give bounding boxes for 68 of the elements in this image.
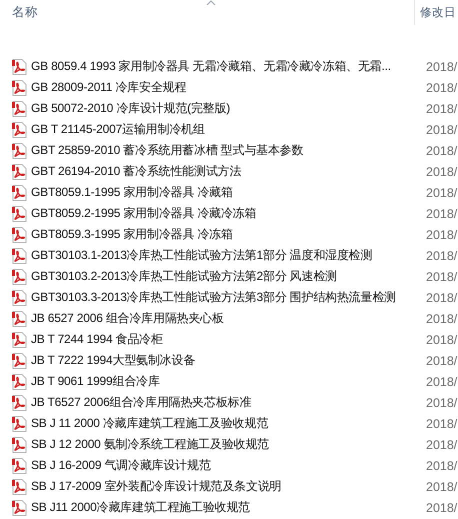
pdf-file-icon xyxy=(12,290,27,306)
modified-date: 2018/ xyxy=(425,206,458,220)
modified-date: 2018/ xyxy=(425,290,458,304)
file-name[interactable]: JB T 9061 1999组合冷库 xyxy=(31,373,160,390)
pdf-file-icon xyxy=(12,248,27,264)
file-name[interactable]: GB 8059.4 1993 家用制冷器具 无霜冷藏箱、无霜冷藏冷冻箱、无霜... xyxy=(31,58,391,75)
pdf-file-icon xyxy=(12,122,27,138)
modified-date: 2018/ xyxy=(425,332,458,346)
file-name[interactable]: GBT 25859-2010 蓄冷系统用蓄冰槽 型式与基本参数 xyxy=(31,142,304,159)
modified-date: 2018/ xyxy=(425,354,458,368)
modified-date: 2018/ xyxy=(425,396,458,410)
pdf-file-icon xyxy=(12,374,27,390)
pdf-file-icon xyxy=(12,58,27,74)
modified-date: 2018/ xyxy=(425,312,458,326)
file-name[interactable]: GBT8059.3-1995 家用制冷器具 冷冻箱 xyxy=(31,226,233,243)
file-name[interactable]: GB T 21145-2007运输用制冷机组 xyxy=(31,121,205,138)
column-header[interactable]: 修改日 xyxy=(420,5,456,20)
pdf-file-icon xyxy=(12,142,27,158)
file-name[interactable]: SB J11 2000冷藏库建筑工程施工验收规范 xyxy=(31,499,250,516)
modified-date: 2018/ xyxy=(425,80,458,94)
modified-date: 2018/ xyxy=(425,164,458,178)
file-name[interactable]: GBT30103.3-2013冷库热工性能试验方法第3部分 围护结构热流量检测 xyxy=(31,289,396,306)
pdf-file-icon xyxy=(12,458,27,474)
modified-date: 2018/ xyxy=(425,186,458,200)
pdf-file-icon xyxy=(12,394,27,410)
pdf-file-icon xyxy=(12,268,27,284)
file-name[interactable]: GBT30103.1-2013冷库热工性能试验方法第1部分 温度和湿度检测 xyxy=(31,247,372,264)
modified-date: 2018/ xyxy=(425,102,458,116)
modified-date: 2018/ xyxy=(425,122,458,136)
modified-date: 2018/ xyxy=(425,228,458,242)
modified-date: 2018/ xyxy=(425,500,458,514)
modified-date: 2018/ xyxy=(425,438,458,452)
pdf-file-icon xyxy=(12,80,27,96)
pdf-file-icon xyxy=(12,436,27,452)
pdf-file-icon xyxy=(12,332,27,348)
modified-date: 2018/ xyxy=(425,480,458,494)
pdf-file-icon xyxy=(12,164,27,180)
pdf-file-icon xyxy=(12,500,27,516)
file-name[interactable]: GBT8059.1-1995 家用制冷器具 冷藏箱 xyxy=(31,184,233,201)
modified-date: 2018/ xyxy=(425,374,458,388)
modified-date: 2018/ xyxy=(425,248,458,262)
modified-date: 2018/ xyxy=(425,416,458,430)
pdf-file-icon xyxy=(12,184,27,200)
modified-date: 2018/ xyxy=(425,458,458,472)
file-name[interactable]: SB J 17-2009 室外装配冷库设计规范及条文说明 xyxy=(31,478,282,495)
pdf-file-icon xyxy=(12,206,27,222)
modified-date: 2018/ xyxy=(425,144,458,158)
file-name[interactable]: JB T 7222 1994大型氨制冰设备 xyxy=(31,352,196,369)
file-name[interactable]: GB 28009-2011 冷库安全规程 xyxy=(31,79,186,96)
modified-date: 2018/ xyxy=(425,60,458,74)
file-name[interactable]: SB J 16-2009 气调冷藏库设计规范 xyxy=(31,457,211,474)
file-name[interactable]: GBT8059.2-1995 家用制冷器具 冷藏冷冻箱 xyxy=(31,205,256,222)
pdf-file-icon xyxy=(12,478,27,494)
file-name[interactable]: GB 50072-2010 冷库设计规范(完整版) xyxy=(31,100,230,117)
pdf-file-icon xyxy=(12,100,27,116)
file-name[interactable]: JB T6527 2006组合冷库用隔热夹芯板标准 xyxy=(31,394,252,411)
file-name[interactable]: SB J 12 2000 氨制冷系统工程施工及验收规范 xyxy=(31,436,269,453)
column-header[interactable]: 名称 xyxy=(12,4,38,21)
file-name[interactable]: GBT30103.2-2013冷库热工性能试验方法第2部分 风速检测 xyxy=(31,268,337,285)
pdf-file-icon xyxy=(12,416,27,432)
modified-date: 2018/ xyxy=(425,270,458,284)
pdf-file-icon xyxy=(12,352,27,368)
file-name[interactable]: GBT 26194-2010 蓄冷系统性能测试方法 xyxy=(31,163,242,180)
file-name[interactable]: JB T 7244 1994 食品冷柜 xyxy=(31,331,163,348)
file-name[interactable]: JB 6527 2006 组合冷库用隔热夹心板 xyxy=(31,310,224,327)
pdf-file-icon xyxy=(12,310,27,326)
pdf-file-icon xyxy=(12,226,27,242)
file-name[interactable]: SB J 11 2000 冷藏库建筑工程施工及验收规范 xyxy=(31,415,268,432)
